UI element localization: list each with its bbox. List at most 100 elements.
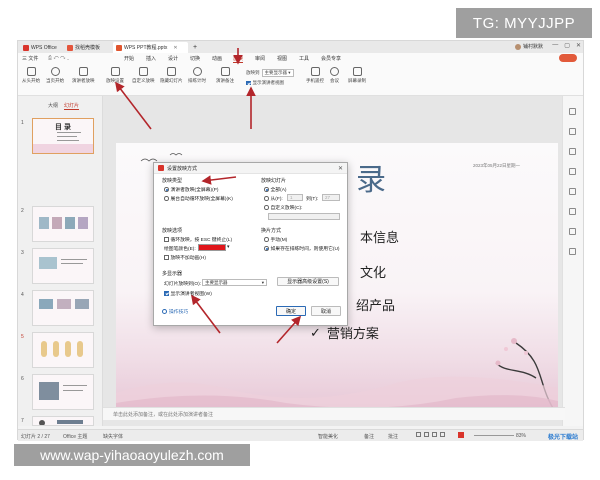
loop-checkbox[interactable] [164,237,169,242]
no-animation-option[interactable]: 放映不加动画(H) [164,254,206,261]
cancel-button[interactable]: 取消 [311,306,341,316]
notes-toggle[interactable]: 备注 [364,433,374,440]
presenter-view-option[interactable]: 显示演讲者视图(W) [164,290,212,297]
type-kiosk-option[interactable]: 展台自动循环放映(全屏幕)(K) [164,195,233,202]
slides-custom-option[interactable]: 自定义放映(C): [264,204,302,211]
quick-access-icons[interactable]: ⎙ ↶ ↷ ⌄ [48,55,69,61]
tab-wps-office[interactable]: WPS Office [20,42,63,53]
phone-remote-button[interactable]: 手机遥控 [306,67,324,84]
slide-thumb-1[interactable]: 目 录 [32,118,94,154]
add-tab-button[interactable]: + [190,42,200,53]
theme-name[interactable]: Office 主题 [63,433,87,440]
tips-link[interactable]: 操作技巧 [162,308,188,315]
radio-presenter[interactable] [164,187,169,192]
zoom-slider[interactable] [474,435,514,436]
slides-range-option[interactable]: 从(F): [264,195,283,202]
menu-animation[interactable]: 动画 [212,55,222,62]
presenter-view-checkbox[interactable] [246,80,251,86]
slides-all-option[interactable]: 全部(A) [264,186,287,193]
settings-icon[interactable] [569,188,576,195]
slide-thumb-3[interactable] [32,248,94,284]
presenter-view-checkbox[interactable] [164,291,169,296]
thumb-title: 目 录 [55,124,71,131]
type-presenter-option[interactable]: 演讲者放映(全屏幕)(P) [164,186,218,193]
tab-template[interactable]: 找稻壳模板 [64,42,112,53]
from-start-button[interactable]: 从头开始 [22,67,40,84]
close-icon[interactable]: ✕ [576,42,581,49]
no-animation-checkbox[interactable] [164,255,169,260]
radio-all[interactable] [264,187,269,192]
hide-slide-icon [166,67,176,76]
menu-tools[interactable]: 工具 [299,55,309,62]
maximize-icon[interactable]: ▢ [564,42,570,49]
pen-color-row: 绘图笔颜色(E): [164,245,196,252]
menu-file[interactable]: 三 文件 [22,55,38,62]
tab-outline[interactable]: 大纲 [48,102,58,109]
star-icon[interactable] [569,128,576,135]
speaker-notes-button[interactable]: 演讲备注 [216,67,234,84]
slide-thumb-5[interactable] [32,332,94,368]
presenter-view-toggle[interactable]: 显示演讲者视图 [246,80,284,86]
close-tab-icon[interactable]: ✕ [173,45,177,51]
type-section-title: 放映类型 [162,178,183,184]
menu-transition[interactable]: 切换 [190,55,200,62]
radio-range[interactable] [264,196,269,201]
smart-beautify-button[interactable]: 智能美化 [318,433,338,440]
slide-thumb-2[interactable] [32,206,94,242]
ok-button[interactable]: 确定 [276,306,306,316]
tab-pptx-document[interactable]: WPS PPT教程.pptx ✕ [113,42,188,53]
properties-icon[interactable] [569,108,576,115]
menu-member[interactable]: 会员专享 [321,55,341,62]
menu-start[interactable]: 开始 [124,55,134,62]
share-button[interactable] [559,54,577,62]
slideshow-ribbon: 从头开始 当页开始 演讲者放映 放映设置 自定义放映 隐藏幻灯片 排练计时 演讲… [18,64,583,96]
minimize-icon[interactable]: — [552,42,558,49]
menu-slideshow[interactable]: 放映 [233,55,244,63]
slides-from-input[interactable]: 1 [287,194,303,201]
radio-timing[interactable] [264,246,269,251]
location-icon[interactable] [569,208,576,215]
pen-color-dropdown-icon[interactable]: ▾ [227,244,230,250]
menu-design[interactable]: 设计 [168,55,178,62]
monitor-select[interactable]: 主要显示器 ▾ [261,69,294,77]
view-mode-icons[interactable] [416,432,446,438]
screen-record-button[interactable]: 屏幕录制 [348,67,366,84]
text-icon[interactable] [569,248,576,255]
hide-slide-button[interactable]: 隐藏幻灯片 [160,67,183,84]
loop-option[interactable]: 循环放映，按 ESC 键终止(L) [164,236,232,243]
dialog-close-icon[interactable]: ✕ [338,165,343,172]
tab-slides[interactable]: 幻灯片 [64,102,80,110]
advance-manual-option[interactable]: 手动(M) [264,236,287,243]
slideshow-settings-button[interactable]: 放映设置 [106,67,124,84]
custom-show-select[interactable] [268,213,340,220]
user-account[interactable]: 铺村默默 [514,43,543,50]
rehearse-timing-button[interactable]: 排练计时 [188,67,206,84]
slide-thumb-7[interactable] [32,416,94,426]
zoom-level[interactable]: 83% [516,433,526,439]
menu-review[interactable]: 审阅 [255,55,265,62]
radio-kiosk[interactable] [164,196,169,201]
slide-thumb-6[interactable] [32,374,94,410]
advance-timing-option[interactable]: 如果存在排练时间，则使用它(U) [264,245,340,252]
menu-insert[interactable]: 插入 [146,55,156,62]
notes-pane[interactable]: 单击此处添加备注，或在此处添加演讲者备注 [103,407,565,420]
download-icon[interactable] [569,228,576,235]
play-slideshow-icon[interactable] [458,432,464,438]
radio-manual[interactable] [264,237,269,242]
slide-thumb-4[interactable] [32,290,94,326]
animation-icon[interactable] [569,168,576,175]
comments-toggle[interactable]: 批注 [388,433,398,440]
format-icon[interactable] [569,148,576,155]
meeting-button[interactable]: 会议 [330,67,339,84]
from-current-button[interactable]: 当页开始 [46,67,64,84]
presenter-show-button[interactable]: 演讲者放映 [72,67,95,84]
monitor-select[interactable]: 主要显示器 ▾ [202,279,267,286]
display-settings-button[interactable]: 显示器高级设置(S) [277,277,339,286]
missing-font-indicator[interactable]: 缺失字体 [103,433,123,440]
pen-color-picker[interactable] [198,244,226,251]
presenter-icon [78,67,88,76]
custom-show-button[interactable]: 自定义放映 [132,67,155,84]
radio-custom[interactable] [264,205,269,210]
slides-to-input[interactable]: 27 [322,194,340,201]
menu-view[interactable]: 视图 [277,55,287,62]
